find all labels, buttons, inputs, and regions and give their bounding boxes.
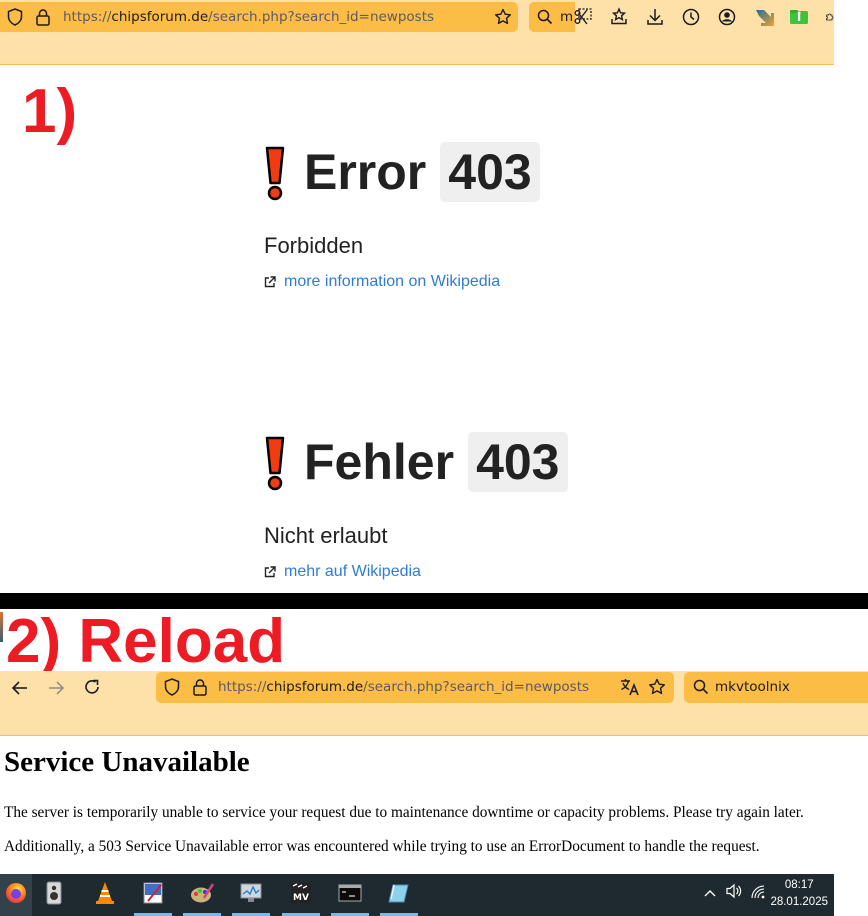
cropped-edge: [0, 612, 3, 642]
error-detail: Additionally, a 503 Service Unavailable …: [4, 838, 760, 855]
external-link-icon: [264, 275, 278, 289]
taskbar-app-vlc[interactable]: [86, 874, 124, 916]
search-icon: [537, 9, 553, 25]
taskbar-app-mkv[interactable]: MV: [282, 874, 320, 916]
lock-icon[interactable]: [35, 8, 51, 26]
clock-time: 08:17: [784, 879, 814, 891]
firefox-icon: [5, 882, 27, 909]
forward-arrow-icon[interactable]: [46, 678, 66, 698]
error-block-de: Fehler 403 Nicht erlaubt mehr auf Wikipe…: [264, 431, 568, 581]
url-path: /search.php?search_id=newposts: [208, 9, 435, 25]
wikipedia-link-text[interactable]: more information on Wikipedia: [284, 273, 500, 291]
tray-overflow-chevron-icon[interactable]: [703, 885, 717, 903]
url-bar-2[interactable]: https://chipsforum.de/search.php?search_…: [156, 672, 674, 703]
error-title: Fehler: [304, 434, 455, 490]
history-icon[interactable]: [681, 7, 701, 27]
cropped-edge: [834, 874, 868, 916]
error-message: The server is temporarily unable to serv…: [4, 804, 804, 821]
notepad-icon: [388, 882, 410, 909]
error-heading: Error 403: [264, 141, 540, 203]
error-subtitle: Forbidden: [264, 233, 364, 258]
error-subtitle: Nicht erlaubt: [264, 523, 388, 548]
pocket-icon[interactable]: [609, 7, 629, 27]
page-title: Service Unavailable: [4, 746, 250, 778]
search-bar-1[interactable]: m: [529, 2, 575, 32]
error-heading: Fehler 403: [264, 431, 568, 493]
taskbar-app-art[interactable]: [183, 874, 221, 916]
vlc-icon: [94, 881, 116, 910]
url-text[interactable]: https://chipsforum.de/search.php?search_…: [63, 9, 434, 25]
step-label-2: 2) Reload: [6, 607, 286, 676]
paint-icon: [142, 881, 164, 910]
error-block-en: Error 403 Forbidden more information on …: [264, 141, 540, 291]
system-clock[interactable]: 08:17 28.01.2025: [770, 877, 828, 911]
taskbar: MV 08:17 28.01.2025: [0, 874, 834, 916]
search-icon: [693, 679, 709, 695]
search-bar-2[interactable]: mkvtoolnix: [684, 672, 868, 703]
extension-green-icon[interactable]: [789, 8, 809, 26]
taskbar-app-monitor[interactable]: [232, 874, 270, 916]
mkvtoolnix-icon: MV: [290, 882, 312, 909]
svg-text:MV: MV: [293, 893, 309, 903]
translate-icon[interactable]: [620, 678, 640, 696]
wikipedia-link[interactable]: more information on Wikipedia: [264, 273, 540, 291]
screenshot-icon[interactable]: [573, 7, 593, 27]
account-icon[interactable]: [717, 7, 737, 27]
url-path: /search.php?search_id=newposts: [363, 679, 590, 695]
speaker-icon: [46, 881, 62, 910]
exclamation-icon: [264, 146, 286, 201]
wikipedia-link-text[interactable]: mehr auf Wikipedia: [284, 563, 421, 581]
error-code: 403: [440, 142, 540, 202]
error-title: Error: [304, 144, 427, 200]
bookmark-star-icon[interactable]: [494, 8, 512, 26]
url-bar-1[interactable]: https://chipsforum.de/search.php?search_…: [0, 2, 518, 32]
terminal-icon: [338, 884, 362, 907]
download-icon[interactable]: [645, 7, 665, 27]
url-prefix: https://: [218, 679, 267, 695]
system-monitor-icon: [239, 882, 263, 909]
taskbar-app-firefox[interactable]: [0, 874, 32, 916]
wifi-icon[interactable]: [750, 884, 766, 905]
external-link-icon: [264, 565, 278, 579]
shield-icon[interactable]: [163, 678, 181, 696]
cropped-edge: [834, 0, 868, 64]
step-label-1: 1): [22, 77, 78, 146]
url-host: chipsforum.de: [266, 679, 364, 695]
url-host: chipsforum.de: [111, 9, 209, 25]
toolbar-icons: [570, 2, 834, 32]
taskbar-app-notepad[interactable]: [380, 874, 418, 916]
shield-icon[interactable]: [6, 8, 24, 26]
taskbar-app-speaker[interactable]: [35, 874, 73, 916]
wikipedia-link[interactable]: mehr auf Wikipedia: [264, 563, 568, 581]
error-code: 403: [468, 432, 568, 492]
volume-icon[interactable]: [725, 883, 743, 904]
lock-icon[interactable]: [192, 678, 208, 696]
bookmark-star-icon[interactable]: [648, 678, 666, 696]
taskbar-app-paint[interactable]: [134, 874, 172, 916]
extension-arrow-icon[interactable]: [753, 6, 775, 28]
url-text[interactable]: https://chipsforum.de/search.php?search_…: [218, 679, 589, 695]
url-prefix: https://: [63, 9, 112, 25]
palette-icon: [190, 882, 215, 909]
clock-date: 28.01.2025: [770, 896, 828, 908]
exclamation-icon: [264, 436, 286, 491]
reload-icon[interactable]: [82, 677, 102, 697]
back-arrow-icon[interactable]: [10, 678, 30, 698]
taskbar-app-terminal[interactable]: [331, 874, 369, 916]
search-value[interactable]: mkvtoolnix: [715, 679, 790, 695]
